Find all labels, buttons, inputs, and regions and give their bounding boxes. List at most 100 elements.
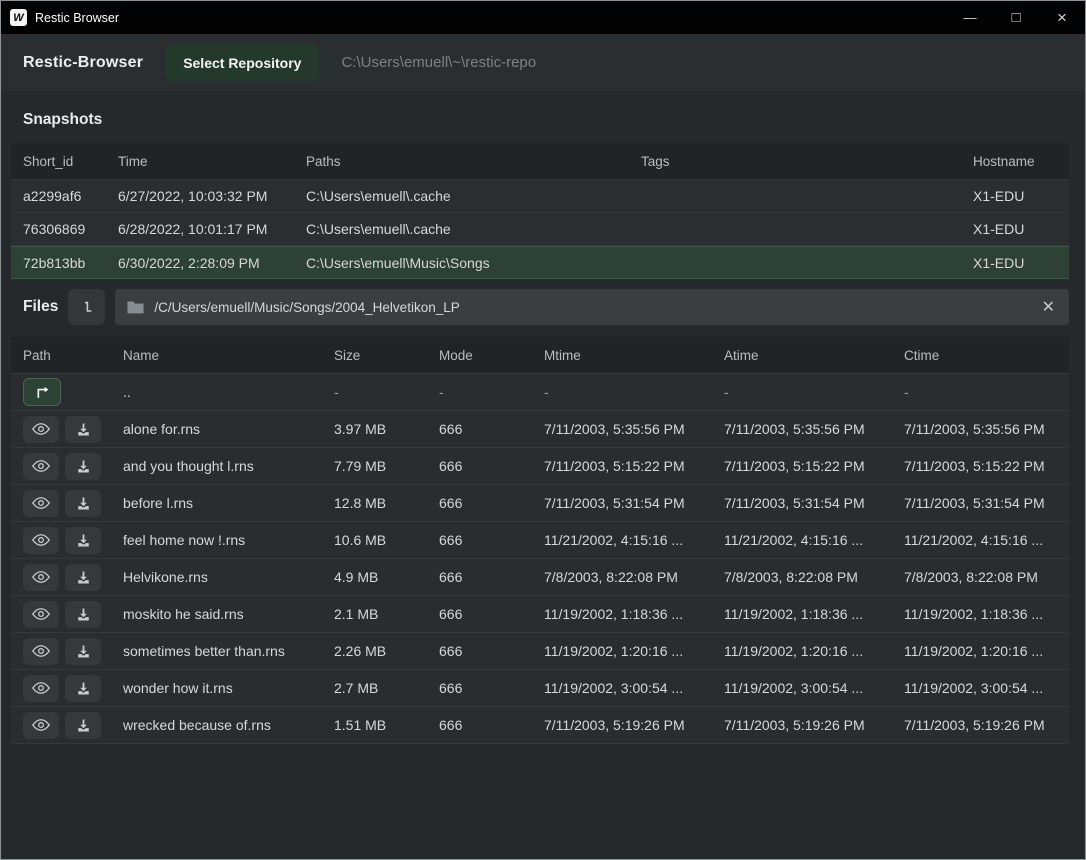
cell-mtime: 11/19/2002, 1:18:36 ... bbox=[544, 606, 724, 622]
cell-ctime: 7/11/2003, 5:35:56 PM bbox=[904, 421, 1069, 437]
eye-icon bbox=[32, 681, 50, 695]
column-header-hostname: Hostname bbox=[973, 154, 1069, 169]
download-button[interactable] bbox=[65, 490, 101, 517]
preview-button[interactable] bbox=[23, 675, 59, 702]
column-header-name: Name bbox=[123, 348, 334, 363]
cell-atime: - bbox=[724, 384, 904, 400]
preview-button[interactable] bbox=[23, 638, 59, 665]
preview-button[interactable] bbox=[23, 416, 59, 443]
download-button[interactable] bbox=[65, 453, 101, 480]
folder-icon bbox=[127, 300, 144, 314]
cell-ctime: 7/11/2003, 5:15:22 PM bbox=[904, 458, 1069, 474]
maximize-button[interactable]: □ bbox=[993, 1, 1039, 34]
cell-ctime: - bbox=[904, 384, 1069, 400]
download-button[interactable] bbox=[65, 527, 101, 554]
cell-name: sometimes better than.rns bbox=[123, 643, 334, 659]
cell-atime: 11/19/2002, 1:20:16 ... bbox=[724, 643, 904, 659]
window-title: Restic Browser bbox=[35, 11, 119, 25]
file-row[interactable]: before l.rns12.8 MB6667/11/2003, 5:31:54… bbox=[11, 485, 1069, 522]
file-row[interactable]: wonder how it.rns2.7 MB66611/19/2002, 3:… bbox=[11, 670, 1069, 707]
cell-mode: 666 bbox=[439, 606, 544, 622]
cell-mtime: 7/11/2003, 5:15:22 PM bbox=[544, 458, 724, 474]
cell-hostname: X1-EDU bbox=[973, 255, 1069, 271]
toggle-tree-button[interactable] bbox=[68, 289, 105, 325]
file-row[interactable]: feel home now !.rns10.6 MB66611/21/2002,… bbox=[11, 522, 1069, 559]
cell-ctime: 7/11/2003, 5:31:54 PM bbox=[904, 495, 1069, 511]
repository-path: C:\Users\emuell\~\restic-repo bbox=[341, 54, 536, 71]
cell-short-id: a2299af6 bbox=[23, 188, 118, 204]
eye-icon bbox=[32, 496, 50, 510]
download-icon bbox=[76, 644, 91, 659]
snapshots-section-title: Snapshots bbox=[1, 91, 1085, 143]
cell-ctime: 7/11/2003, 5:19:26 PM bbox=[904, 717, 1069, 733]
row-actions bbox=[23, 564, 123, 591]
preview-button[interactable] bbox=[23, 712, 59, 739]
cell-atime: 7/11/2003, 5:15:22 PM bbox=[724, 458, 904, 474]
file-row[interactable]: alone for.rns3.97 MB6667/11/2003, 5:35:5… bbox=[11, 411, 1069, 448]
cell-time: 6/30/2022, 2:28:09 PM bbox=[118, 255, 306, 271]
files-section-title: Files bbox=[11, 298, 58, 316]
cell-size: 4.9 MB bbox=[334, 569, 439, 585]
cell-time: 6/27/2022, 10:03:32 PM bbox=[118, 188, 306, 204]
cell-atime: 11/21/2002, 4:15:16 ... bbox=[724, 532, 904, 548]
snapshot-row[interactable]: 72b813bb6/30/2022, 2:28:09 PMC:\Users\em… bbox=[11, 246, 1069, 279]
cell-atime: 11/19/2002, 3:00:54 ... bbox=[724, 680, 904, 696]
file-row[interactable]: wrecked because of.rns1.51 MB6667/11/200… bbox=[11, 707, 1069, 744]
row-actions bbox=[23, 601, 123, 628]
cell-atime: 7/11/2003, 5:35:56 PM bbox=[724, 421, 904, 437]
file-row[interactable]: moskito he said.rns2.1 MB66611/19/2002, … bbox=[11, 596, 1069, 633]
preview-button[interactable] bbox=[23, 601, 59, 628]
cell-name: Helvikone.rns bbox=[123, 569, 334, 585]
minimize-button[interactable]: — bbox=[947, 1, 993, 34]
app-title: Restic-Browser bbox=[23, 54, 143, 72]
file-row[interactable]: Helvikone.rns4.9 MB6667/8/2003, 8:22:08 … bbox=[11, 559, 1069, 596]
download-button[interactable] bbox=[65, 416, 101, 443]
select-repository-button[interactable]: Select Repository bbox=[165, 44, 319, 82]
cell-mtime: 11/19/2002, 1:20:16 ... bbox=[544, 643, 724, 659]
l-arrow-icon bbox=[79, 299, 95, 315]
preview-button[interactable] bbox=[23, 564, 59, 591]
cell-size: 7.79 MB bbox=[334, 458, 439, 474]
download-button[interactable] bbox=[65, 712, 101, 739]
download-button[interactable] bbox=[65, 638, 101, 665]
eye-icon bbox=[32, 533, 50, 547]
app-header: Restic-Browser Select Repository C:\User… bbox=[1, 34, 1085, 91]
download-icon bbox=[76, 570, 91, 585]
snapshot-row[interactable]: a2299af66/27/2022, 10:03:32 PMC:\Users\e… bbox=[11, 180, 1069, 213]
column-header-size: Size bbox=[334, 348, 439, 363]
current-path-bar[interactable]: /C/Users/emuell/Music/Songs/2004_Helveti… bbox=[115, 289, 1069, 325]
cell-mtime: - bbox=[544, 384, 724, 400]
app-window: W Restic Browser — □ × Restic-Browser Se… bbox=[0, 0, 1086, 860]
column-header-mode: Mode bbox=[439, 348, 544, 363]
column-header-atime: Atime bbox=[724, 348, 904, 363]
cell-name: moskito he said.rns bbox=[123, 606, 334, 622]
preview-button[interactable] bbox=[23, 490, 59, 517]
download-button[interactable] bbox=[65, 601, 101, 628]
parent-directory-button[interactable] bbox=[23, 378, 61, 406]
file-row[interactable]: and you thought l.rns7.79 MB6667/11/2003… bbox=[11, 448, 1069, 485]
cell-size: - bbox=[334, 384, 439, 400]
row-actions bbox=[23, 378, 123, 406]
cell-ctime: 11/19/2002, 1:20:16 ... bbox=[904, 643, 1069, 659]
preview-button[interactable] bbox=[23, 527, 59, 554]
files-bar: Files /C/Users/emuell/Music/Songs/2004_H… bbox=[11, 289, 1069, 325]
cell-size: 2.1 MB bbox=[334, 606, 439, 622]
cell-name: wonder how it.rns bbox=[123, 680, 334, 696]
row-actions bbox=[23, 490, 123, 517]
titlebar-left: W Restic Browser bbox=[1, 9, 119, 26]
close-button[interactable]: × bbox=[1039, 1, 1085, 34]
file-row[interactable]: sometimes better than.rns2.26 MB66611/19… bbox=[11, 633, 1069, 670]
row-actions bbox=[23, 675, 123, 702]
cell-name: feel home now !.rns bbox=[123, 532, 334, 548]
download-button[interactable] bbox=[65, 564, 101, 591]
clear-path-button[interactable]: ✕ bbox=[1040, 297, 1057, 317]
preview-button[interactable] bbox=[23, 453, 59, 480]
eye-icon bbox=[32, 607, 50, 621]
cell-mode: 666 bbox=[439, 421, 544, 437]
cell-time: 6/28/2022, 10:01:17 PM bbox=[118, 221, 306, 237]
cell-mtime: 7/8/2003, 8:22:08 PM bbox=[544, 569, 724, 585]
download-button[interactable] bbox=[65, 675, 101, 702]
snapshot-row[interactable]: 763068696/28/2022, 10:01:17 PMC:\Users\e… bbox=[11, 213, 1069, 246]
column-header-path: Path bbox=[23, 348, 123, 363]
parent-directory-row[interactable]: ..----- bbox=[11, 374, 1069, 411]
